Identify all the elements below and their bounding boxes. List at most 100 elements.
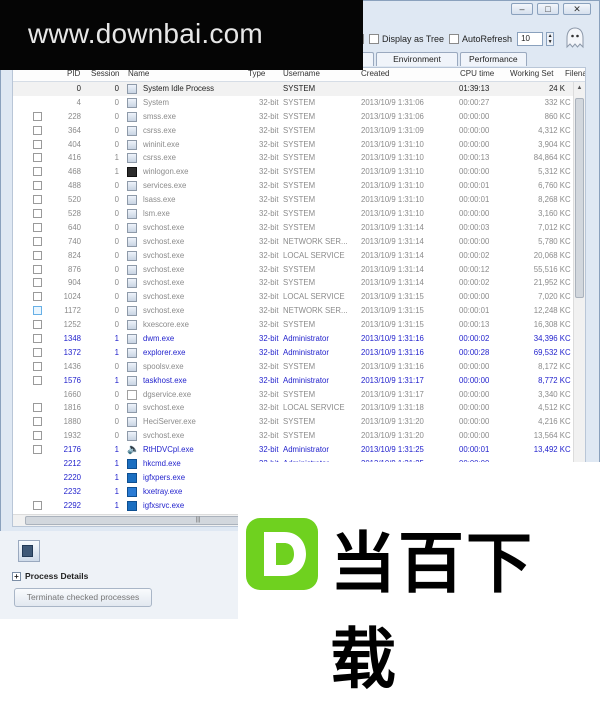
autorefresh-checkbox[interactable] — [449, 34, 460, 44]
process-created: 2013/10/9 1:31:15 — [361, 320, 424, 330]
column-type[interactable]: Type — [248, 69, 265, 78]
process-row[interactable]: 1436 0 spoolsv.exe 32-bit SYSTEM 2013/10/9 1:… — [13, 360, 585, 374]
process-checkbox[interactable] — [33, 403, 42, 413]
autorefresh-toggle[interactable]: AutoRefresh — [449, 34, 512, 44]
process-checkbox[interactable] — [33, 250, 42, 260]
minimize-button[interactable]: – — [511, 3, 533, 15]
process-session: 1 — [114, 486, 119, 496]
close-button[interactable]: ✕ — [563, 3, 591, 15]
process-pid: 2220 — [63, 472, 81, 482]
process-row[interactable]: 1372 1 explorer.exe 32-bit Administrator 2013… — [13, 346, 585, 360]
vertical-scrollbar[interactable]: ▲ ▼ — [573, 82, 585, 514]
maximize-button[interactable]: □ — [537, 3, 559, 15]
process-row[interactable]: 1932 0 svchost.exe 32-bit SYSTEM 2013/10/9 1:… — [13, 429, 585, 443]
scroll-up-icon[interactable]: ▲ — [574, 82, 585, 94]
process-cpu-time: 00:00:02 — [459, 278, 490, 288]
process-row[interactable]: 1660 0 dgservice.exe 32-bit SYSTEM 2013/10/9 … — [13, 388, 585, 402]
display-as-tree-toggle[interactable]: Display as Tree — [369, 34, 444, 44]
process-row[interactable]: 876 0 svchost.exe 32-bit SYSTEM 2013/10/9 1:3… — [13, 263, 585, 277]
process-row[interactable]: 488 0 services.exe 32-bit SYSTEM 2013/10/9 1:… — [13, 179, 585, 193]
process-checkbox[interactable] — [33, 111, 42, 121]
process-checkbox[interactable] — [33, 153, 42, 163]
process-row[interactable]: 1816 0 svchost.exe 32-bit LOCAL SERVICE 2013/… — [13, 401, 585, 415]
process-row[interactable]: 1172 0 svchost.exe 32-bit NETWORK SER... 2013… — [13, 304, 585, 318]
process-row[interactable]: 4 0 System 32-bit SYSTEM 2013/10/9 1:31:06 00:… — [13, 96, 585, 110]
column-cpu-time[interactable]: CPU time — [460, 69, 494, 78]
process-checkbox[interactable] — [33, 361, 42, 371]
process-checkbox[interactable] — [33, 500, 42, 510]
column-filename[interactable]: Filena — [565, 69, 585, 78]
process-row[interactable]: 1348 1 dwm.exe 32-bit Administrator 2013/10/9… — [13, 332, 585, 346]
process-row[interactable]: 404 0 wininit.exe 32-bit SYSTEM 2013/10/9 1:3… — [13, 138, 585, 152]
ghost-icon[interactable] — [564, 26, 586, 50]
process-checkbox[interactable] — [33, 320, 42, 330]
process-row[interactable]: 1576 1 taskhost.exe 32-bit Administrator 2013… — [13, 374, 585, 388]
process-checkbox[interactable] — [33, 139, 42, 149]
refresh-interval-spinner[interactable]: 10 ▲ ▼ — [517, 32, 555, 46]
column-created[interactable]: Created — [361, 69, 389, 78]
column-pid[interactable]: PID — [67, 69, 80, 78]
process-checkbox[interactable] — [33, 445, 42, 455]
process-checkbox[interactable] — [33, 222, 42, 232]
vertical-scroll-thumb[interactable] — [575, 98, 584, 298]
process-checkbox[interactable] — [33, 181, 42, 191]
process-checkbox[interactable] — [33, 278, 42, 288]
process-row[interactable]: 0 0 System Idle Process SYSTEM 01:39:13 24 K — [13, 82, 585, 96]
process-list[interactable]: PID Session Name Type Username Created C… — [12, 67, 586, 527]
process-checkbox[interactable] — [33, 236, 42, 246]
process-cpu-time: 00:00:12 — [459, 264, 490, 274]
column-working-set[interactable]: Working Set — [510, 69, 553, 78]
process-row[interactable]: 🔈 2176 1 RtHDVCpl.exe 32-bit Administrator 201… — [13, 443, 585, 457]
process-row[interactable]: 416 1 csrss.exe 32-bit SYSTEM 2013/10/9 1:31:… — [13, 151, 585, 165]
process-checkbox[interactable] — [33, 334, 42, 344]
column-name[interactable]: Name — [128, 69, 149, 78]
tab-performance[interactable]: Performance — [460, 52, 527, 66]
process-row[interactable]: 520 0 lsass.exe 32-bit SYSTEM 2013/10/9 1:31:… — [13, 193, 585, 207]
process-properties-icon[interactable] — [18, 540, 40, 562]
display-as-tree-checkbox[interactable] — [369, 34, 379, 44]
process-checkbox[interactable] — [33, 306, 42, 316]
process-pid: 640 — [67, 222, 81, 232]
process-cpu-time: 00:00:02 — [459, 250, 490, 260]
process-session: 0 — [114, 97, 119, 107]
process-username: SYSTEM — [283, 139, 316, 149]
process-checkbox[interactable] — [33, 167, 42, 177]
process-cpu-time: 00:00:02 — [459, 334, 490, 344]
expand-plus-icon[interactable]: + — [12, 571, 21, 581]
process-checkbox[interactable] — [33, 375, 42, 385]
process-checkbox[interactable] — [33, 125, 42, 135]
refresh-interval-input[interactable]: 10 — [517, 32, 544, 46]
process-details-toggle[interactable]: + Process Details — [12, 569, 232, 583]
process-row[interactable]: 824 0 svchost.exe 32-bit LOCAL SERVICE 2013/1… — [13, 249, 585, 263]
process-checkbox[interactable] — [33, 417, 42, 427]
process-row[interactable]: 904 0 svchost.exe 32-bit SYSTEM 2013/10/9 1:3… — [13, 276, 585, 290]
process-icon — [127, 500, 137, 511]
process-icon — [127, 347, 137, 358]
process-working-set: 3,340 K — [538, 389, 565, 399]
process-row[interactable]: 1252 0 kxescore.exe 32-bit SYSTEM 2013/10/9 1… — [13, 318, 585, 332]
spinner-arrows-icon[interactable]: ▲ ▼ — [546, 32, 555, 46]
process-row[interactable]: 740 0 svchost.exe 32-bit NETWORK SER... 2013/… — [13, 235, 585, 249]
process-working-set: 332 K — [544, 97, 565, 107]
process-checkbox[interactable] — [33, 264, 42, 274]
process-row[interactable]: 528 0 lsm.exe 32-bit SYSTEM 2013/10/9 1:31:10… — [13, 207, 585, 221]
process-pid: 1436 — [63, 361, 81, 371]
process-row[interactable]: 364 0 csrss.exe 32-bit SYSTEM 2013/10/9 1:31:… — [13, 124, 585, 138]
tab-environment[interactable]: Environment (35) — [376, 52, 458, 77]
process-cpu-time: 00:00:01 — [459, 306, 490, 316]
process-row[interactable]: 1880 0 HeciServer.exe 32-bit SYSTEM 2013/10/9… — [13, 415, 585, 429]
process-row[interactable]: 228 0 smss.exe 32-bit SYSTEM 2013/10/9 1:31:0… — [13, 110, 585, 124]
terminate-checked-button[interactable]: Terminate checked processes — [14, 588, 152, 607]
process-checkbox[interactable] — [33, 209, 42, 219]
process-checkbox[interactable] — [33, 292, 42, 302]
process-checkbox[interactable] — [33, 431, 42, 441]
process-name: dwm.exe — [143, 334, 175, 344]
column-username[interactable]: Username — [283, 69, 320, 78]
process-checkbox[interactable] — [33, 347, 42, 357]
process-name: svchost.exe — [143, 306, 185, 316]
column-session[interactable]: Session — [91, 69, 119, 78]
process-row[interactable]: 640 0 svchost.exe 32-bit SYSTEM 2013/10/9 1:3… — [13, 221, 585, 235]
process-row[interactable]: 1024 0 svchost.exe 32-bit LOCAL SERVICE 2013/… — [13, 290, 585, 304]
process-checkbox[interactable] — [33, 195, 42, 205]
process-row[interactable]: 468 1 winlogon.exe 32-bit SYSTEM 2013/10/9 1:… — [13, 165, 585, 179]
